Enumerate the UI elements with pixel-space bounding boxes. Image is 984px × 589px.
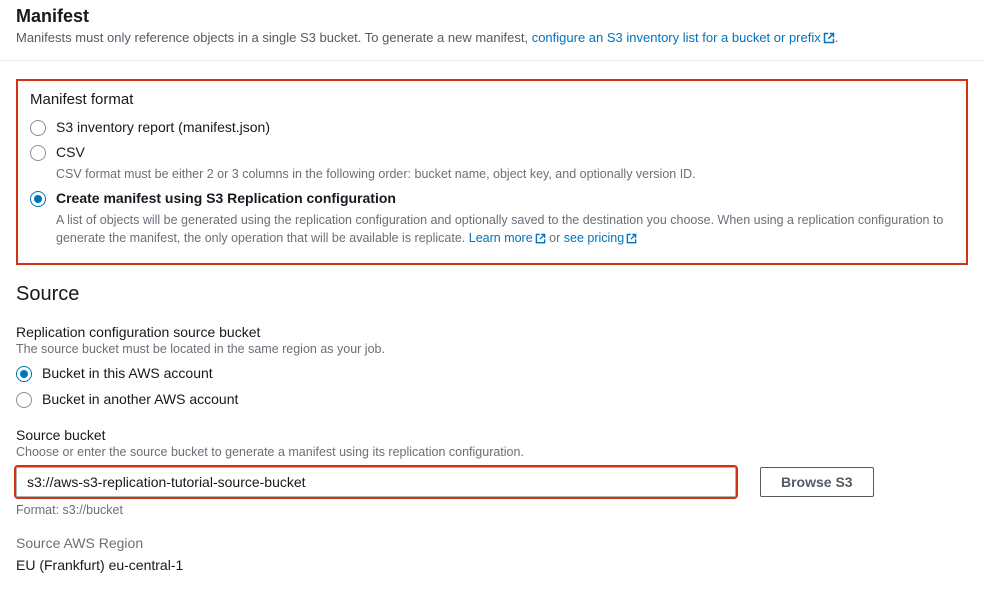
radio-label-inventory: S3 inventory report (manifest.json) — [56, 118, 954, 138]
learn-more-link[interactable]: Learn more — [469, 231, 546, 245]
radio-input-csv[interactable] — [30, 145, 46, 161]
radio-label-replication: Create manifest using S3 Replication con… — [56, 189, 954, 209]
repl-src-help: The source bucket must be located in the… — [16, 342, 968, 356]
radio-bucket-this-account[interactable]: Bucket in this AWS account — [16, 364, 968, 384]
manifest-title: Manifest — [16, 6, 968, 27]
section-divider — [0, 60, 984, 61]
source-region-label: Source AWS Region — [16, 535, 968, 551]
radio-label-csv: CSV — [56, 143, 954, 163]
radio-input-inventory[interactable] — [30, 120, 46, 136]
radio-label-other-account: Bucket in another AWS account — [42, 390, 968, 410]
replication-source-bucket-group: Replication configuration source bucket … — [16, 324, 968, 409]
external-link-icon — [823, 31, 835, 50]
radio-input-replication[interactable] — [30, 191, 46, 207]
manifest-header: Manifest Manifests must only reference o… — [16, 6, 968, 50]
external-link-icon — [535, 231, 546, 249]
radio-label-this-account: Bucket in this AWS account — [42, 364, 968, 384]
see-pricing-link[interactable]: see pricing — [564, 231, 637, 245]
manifest-format-title: Manifest format — [30, 91, 954, 108]
radio-inventory-report[interactable]: S3 inventory report (manifest.json) — [30, 118, 954, 138]
source-bucket-help: Choose or enter the source bucket to gen… — [16, 445, 968, 459]
source-bucket-input[interactable] — [16, 467, 736, 497]
source-region-group: Source AWS Region EU (Frankfurt) eu-cent… — [16, 535, 968, 573]
radio-csv[interactable]: CSV CSV format must be either 2 or 3 col… — [30, 143, 954, 183]
radio-input-this-account[interactable] — [16, 366, 32, 382]
configure-inventory-link[interactable]: configure an S3 inventory list for a buc… — [532, 30, 835, 45]
radio-help-csv: CSV format must be either 2 or 3 columns… — [56, 165, 954, 183]
source-title: Source — [16, 283, 968, 306]
source-bucket-format-hint: Format: s3://bucket — [16, 503, 968, 517]
radio-input-other-account[interactable] — [16, 392, 32, 408]
source-bucket-label: Source bucket — [16, 427, 968, 443]
radio-help-replication: A list of objects will be generated usin… — [56, 211, 954, 249]
manifest-description: Manifests must only reference objects in… — [16, 29, 968, 50]
external-link-icon — [626, 231, 637, 249]
radio-bucket-other-account[interactable]: Bucket in another AWS account — [16, 390, 968, 410]
manifest-format-section: Manifest format S3 inventory report (man… — [16, 79, 968, 265]
source-bucket-group: Source bucket Choose or enter the source… — [16, 427, 968, 517]
repl-src-label: Replication configuration source bucket — [16, 324, 968, 340]
browse-s3-button[interactable]: Browse S3 — [760, 467, 874, 497]
radio-replication-config[interactable]: Create manifest using S3 Replication con… — [30, 189, 954, 249]
